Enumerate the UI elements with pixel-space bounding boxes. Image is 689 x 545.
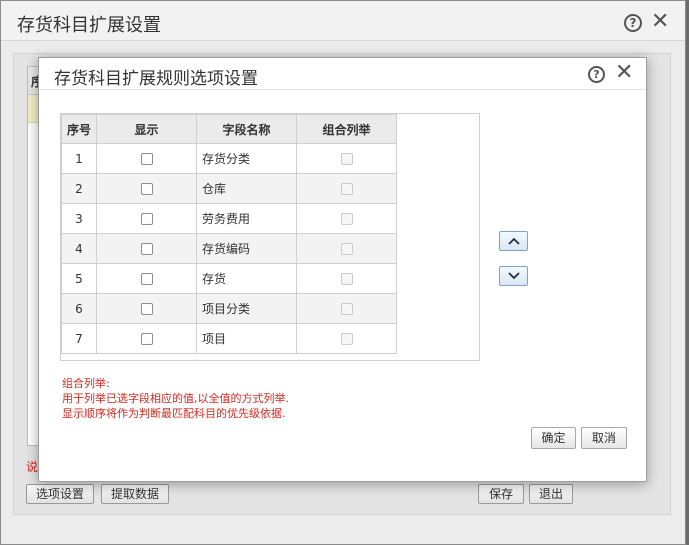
help-icon[interactable]: ? (624, 14, 642, 32)
table-header-row: 序号 显示 字段名称 组合列举 (61, 114, 397, 144)
row-number: 6 (61, 293, 97, 324)
column-header-field-name: 字段名称 (196, 114, 297, 144)
row-number: 7 (61, 323, 97, 354)
exit-button[interactable]: 退出 (529, 484, 573, 504)
field-name: 存货分类 (196, 143, 297, 174)
move-up-button[interactable] (499, 231, 528, 251)
column-header-combine: 组合列举 (296, 114, 397, 144)
table-row[interactable]: 1 存货分类 (61, 143, 397, 174)
help-icon[interactable]: ? (588, 66, 605, 83)
chevron-up-icon (508, 237, 520, 245)
show-checkbox[interactable] (140, 153, 153, 165)
combine-checkbox[interactable] (340, 303, 353, 315)
show-checkbox[interactable] (140, 183, 153, 195)
cancel-button[interactable]: 取消 (581, 427, 627, 449)
table-row[interactable]: 3 劳务费用 (61, 203, 397, 234)
field-name: 项目 (196, 323, 297, 354)
field-name: 存货 (196, 263, 297, 294)
field-name: 劳务费用 (196, 203, 297, 234)
combine-checkbox[interactable] (340, 183, 353, 195)
table-row[interactable]: 5 存货 (61, 263, 397, 294)
row-number: 1 (61, 143, 97, 174)
show-checkbox[interactable] (140, 213, 153, 225)
note-line: 显示顺序将作为判断最匹配科目的优先级依据. (62, 407, 286, 420)
field-name: 存货编码 (196, 233, 297, 264)
note-line: 组合列举: (62, 377, 110, 390)
show-checkbox[interactable] (140, 273, 153, 285)
row-number: 4 (61, 233, 97, 264)
dialog-title: 存货科目扩展规则选项设置 (54, 69, 258, 89)
field-name: 项目分类 (196, 293, 297, 324)
notes: 组合列举: 用于列举已选字段相应的值,以全值的方式列举. 显示顺序将作为判断最匹… (62, 376, 289, 421)
table-row[interactable]: 6 项目分类 (61, 293, 397, 324)
row-number: 5 (61, 263, 97, 294)
combine-checkbox[interactable] (340, 213, 353, 225)
options-button[interactable]: 选项设置 (26, 484, 94, 504)
close-icon[interactable]: ✕ (651, 10, 669, 34)
show-checkbox[interactable] (140, 243, 153, 255)
fetch-data-button[interactable]: 提取数据 (101, 484, 169, 504)
chevron-down-icon (508, 272, 520, 280)
column-header-show: 显示 (96, 114, 197, 144)
field-table-frame: 序号 显示 字段名称 组合列举 1 存货分类 2 仓库 3 劳务费用 4 存货编… (60, 113, 480, 361)
background-titlebar: 存货科目扩展设置 ? ✕ (1, 1, 685, 41)
save-button[interactable]: 保存 (478, 484, 524, 504)
combine-checkbox[interactable] (340, 153, 353, 165)
row-number: 3 (61, 203, 97, 234)
table-row[interactable]: 7 项目 (61, 323, 397, 354)
background-window-title: 存货科目扩展设置 (17, 15, 161, 36)
dialog-titlebar: 存货科目扩展规则选项设置 ? ✕ (39, 58, 646, 90)
close-icon[interactable]: ✕ (615, 61, 633, 85)
table-row[interactable]: 2 仓库 (61, 173, 397, 204)
field-name: 仓库 (196, 173, 297, 204)
table-row[interactable]: 4 存货编码 (61, 233, 397, 264)
combine-checkbox[interactable] (340, 243, 353, 255)
column-header-no: 序号 (61, 114, 97, 144)
show-checkbox[interactable] (140, 303, 153, 315)
combine-checkbox[interactable] (340, 273, 353, 285)
field-table: 序号 显示 字段名称 组合列举 1 存货分类 2 仓库 3 劳务费用 4 存货编… (61, 114, 397, 354)
row-number: 2 (61, 173, 97, 204)
ok-button[interactable]: 确定 (531, 427, 576, 449)
move-down-button[interactable] (499, 266, 528, 286)
rule-options-dialog: 存货科目扩展规则选项设置 ? ✕ 序号 显示 字段名称 组合列举 1 存货分类 (38, 57, 647, 482)
note-line: 用于列举已选字段相应的值,以全值的方式列举. (62, 392, 289, 405)
combine-checkbox[interactable] (340, 333, 353, 345)
background-note: 说 (26, 460, 39, 474)
show-checkbox[interactable] (140, 333, 153, 345)
